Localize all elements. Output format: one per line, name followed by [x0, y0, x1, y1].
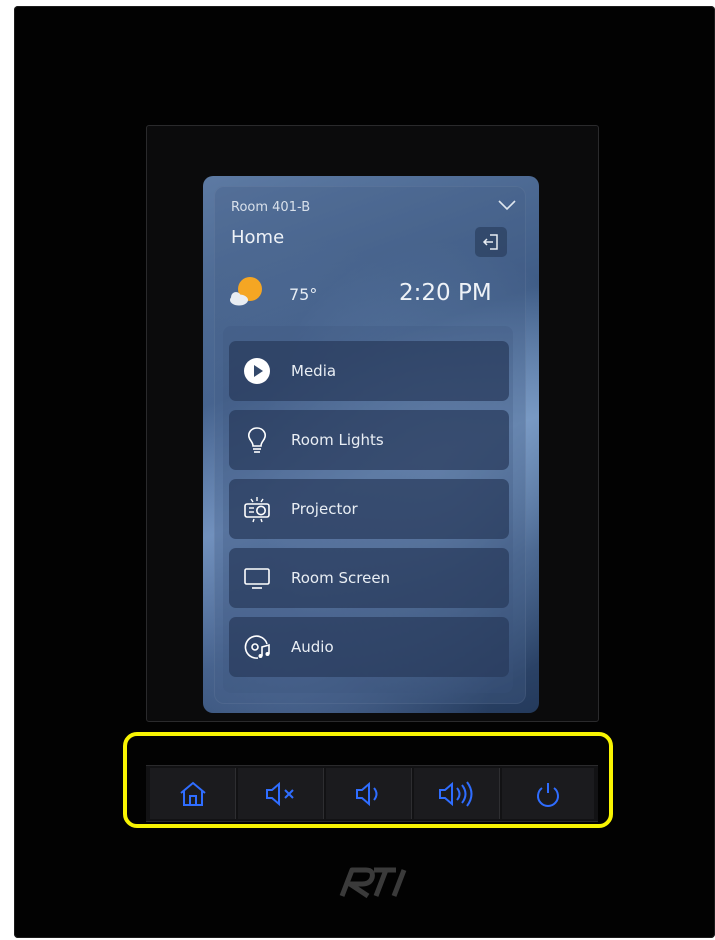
page-title: Home: [231, 227, 285, 248]
partly-sunny-icon: [230, 277, 262, 306]
touch-screen: Room 401-B Home 75° 2:20 PM Media Room L…: [203, 176, 539, 713]
temperature: 75°: [289, 285, 318, 304]
menu-item-audio[interactable]: Audio: [229, 617, 509, 677]
clock: 2:20 PM: [399, 280, 492, 306]
exit-button[interactable]: [475, 227, 507, 257]
chevron-down-icon[interactable]: [497, 198, 517, 212]
menu-item-label: Room Screen: [291, 569, 391, 587]
menu-item-label: Audio: [291, 638, 334, 656]
menu-item-label: Projector: [291, 500, 358, 518]
menu-item-projector[interactable]: Projector: [229, 479, 509, 539]
rti-logo: [339, 867, 407, 899]
play-icon: [244, 358, 270, 384]
menu-item-label: Media: [291, 362, 337, 380]
monitor-icon: [244, 568, 270, 589]
menu-item-room-lights[interactable]: Room Lights: [229, 410, 509, 470]
lightbulb-icon: [248, 427, 266, 453]
exit-icon: [482, 234, 498, 250]
menu-item-label: Room Lights: [291, 431, 384, 449]
audio-disc-icon: [244, 635, 270, 659]
menu-item-media[interactable]: Media: [229, 341, 509, 401]
room-name: Room 401-B: [231, 200, 311, 215]
menu-item-room-screen[interactable]: Room Screen: [229, 548, 509, 608]
projector-icon: [244, 497, 270, 523]
button-bar-highlight: [123, 732, 613, 828]
